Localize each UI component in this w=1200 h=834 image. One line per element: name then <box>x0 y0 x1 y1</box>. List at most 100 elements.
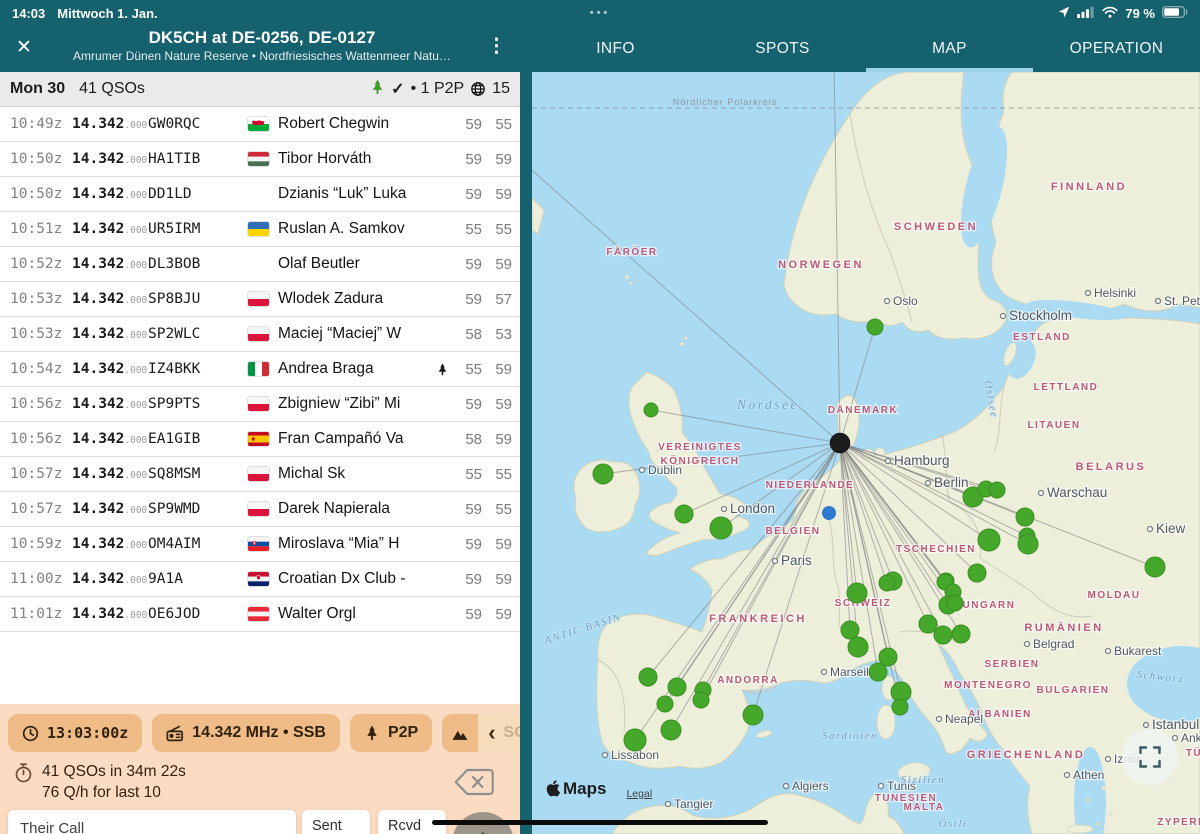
qso-row[interactable]: 10:56z14.342.000SP9PTSZbigniew “Zibi” Mi… <box>0 387 520 422</box>
qso-marker[interactable] <box>657 696 673 712</box>
qso-marker[interactable] <box>848 637 868 657</box>
qso-marker[interactable] <box>1145 557 1165 577</box>
kebab-menu-icon[interactable]: ⋮ <box>487 35 506 58</box>
tab-operation[interactable]: OPERATION <box>1033 26 1200 72</box>
qso-row[interactable]: 10:50z14.342.000HA1TIBTibor Horváth5959 <box>0 142 520 177</box>
their-call-input[interactable]: Their Call <box>8 810 296 834</box>
map-label: Helsinki <box>1086 286 1137 300</box>
qso-marker[interactable] <box>947 595 963 611</box>
qso-marker[interactable] <box>952 625 970 643</box>
qso-row[interactable]: 10:57z14.342.000SP9WMDDarek Napierala595… <box>0 492 520 527</box>
qso-callsign: UR5IRM <box>148 221 248 237</box>
qso-callsign: OM4AIM <box>148 536 248 552</box>
radio-icon <box>166 725 184 742</box>
qso-marker[interactable] <box>668 678 686 696</box>
qso-row[interactable]: 10:54z14.342.000IZ4BKKAndrea Braga5559 <box>0 352 520 387</box>
qso-marker[interactable] <box>919 615 937 633</box>
qso-rst-rcvd: 53 <box>482 326 512 343</box>
qso-row[interactable]: 10:49z14.342.000GW0RQCRobert Chegwin5955 <box>0 107 520 142</box>
qso-row[interactable]: 11:01z14.342.000OE6JODWalter Orgl5959 <box>0 597 520 632</box>
qso-marker[interactable] <box>639 668 657 686</box>
activation-origin-marker[interactable] <box>830 433 850 453</box>
map-canvas[interactable]: Nördlicher PolarkreisFÄRÖERNORWEGENSCHWE… <box>532 72 1200 834</box>
qso-callsign: DD1LD <box>148 186 248 202</box>
qso-marker[interactable] <box>1018 534 1038 554</box>
map-label: BELGIEN <box>766 526 821 537</box>
entry-panel: 13:03:00z14.342 MHz • SSBP2P‹SOTA 41 QSO… <box>0 704 520 834</box>
qso-row[interactable]: 10:56z14.342.000EA1GIBFran Campañó Va585… <box>0 422 520 457</box>
svg-text:Stockholm: Stockholm <box>1009 308 1072 323</box>
sent-input[interactable]: Sent 59 <box>302 810 370 834</box>
map-label: ANDORRA <box>717 675 779 686</box>
qso-marker[interactable] <box>989 482 1005 498</box>
tab-info[interactable]: INFO <box>532 26 699 72</box>
qso-marker[interactable] <box>892 699 908 715</box>
map-label: LITAUEN <box>1027 420 1080 431</box>
qso-rst-sent: 59 <box>452 151 482 168</box>
qso-callsign: SP9WMD <box>148 501 248 517</box>
cellular-signal-icon <box>1077 6 1095 21</box>
qso-marker[interactable] <box>624 729 646 751</box>
qso-frequency: 14.342.000 <box>72 430 148 448</box>
italy-flag-icon <box>248 362 269 376</box>
qso-operator-name: Wlodek Zadura <box>278 290 432 308</box>
qso-frequency: 14.342.000 <box>72 395 148 413</box>
tab-map[interactable]: MAP <box>866 26 1033 72</box>
qso-row[interactable]: 11:00z14.342.0009A1ACroatian Dx Club -59… <box>0 562 520 597</box>
qso-marker[interactable] <box>879 575 895 591</box>
close-icon[interactable]: ✕ <box>16 36 32 59</box>
svg-text:BELARUS: BELARUS <box>1076 461 1147 473</box>
qso-marker[interactable] <box>593 464 613 484</box>
map-label: London <box>722 501 776 516</box>
qso-marker[interactable] <box>1016 508 1034 526</box>
qso-marker[interactable] <box>847 583 867 603</box>
chip-14-342-mhz-ssb[interactable]: 14.342 MHz • SSB <box>152 714 340 752</box>
chip-13-03-00z[interactable]: 13:03:00z <box>8 714 142 752</box>
qso-frequency: 14.342.000 <box>72 115 148 133</box>
qso-rst-sent: 59 <box>452 606 482 623</box>
qso-marker[interactable] <box>968 564 986 582</box>
qso-marker[interactable] <box>869 663 887 681</box>
qso-row[interactable]: 10:59z14.342.000OM4AIMMiroslava “Mia” H5… <box>0 527 520 562</box>
map-label: Nördlicher Polarkreis <box>673 97 778 107</box>
qso-row[interactable]: 10:57z14.342.000SQ8MSMMichal Sk5555 <box>0 457 520 492</box>
top-bar: ✕ DK5CH at DE-0256, DE-0127 Amrumer Düne… <box>0 26 1200 72</box>
qso-row[interactable]: 10:53z14.342.000SP8BJUWlodek Zadura5957 <box>0 282 520 317</box>
qso-marker[interactable] <box>743 705 763 725</box>
svg-text:Belgrad: Belgrad <box>1033 637 1074 651</box>
qso-row[interactable]: 10:53z14.342.000SP2WLCMaciej “Maciej” W5… <box>0 317 520 352</box>
qso-rst-sent: 55 <box>452 361 482 378</box>
home-indicator[interactable] <box>432 820 768 825</box>
qso-marker[interactable] <box>841 621 859 639</box>
qso-marker[interactable] <box>934 626 952 644</box>
qso-marker[interactable] <box>978 529 1000 551</box>
svg-text:Algiers: Algiers <box>792 779 829 793</box>
status-bar: 14:03 Mittwoch 1. Jan. ••• <box>0 0 1200 26</box>
svg-text:FRANKREICH: FRANKREICH <box>709 613 807 625</box>
svg-text:TSCHECHIEN: TSCHECHIEN <box>896 544 976 555</box>
map-label: ZYPERN <box>1157 817 1200 828</box>
qso-marker[interactable] <box>710 517 732 539</box>
backspace-button[interactable] <box>454 768 494 801</box>
chip-sota[interactable]: ‹SOTA <box>442 714 520 752</box>
fullscreen-button[interactable] <box>1122 729 1178 785</box>
qso-marker[interactable] <box>693 692 709 708</box>
qso-marker[interactable] <box>675 505 693 523</box>
qso-row[interactable]: 10:50z14.342.000DD1LDDzianis “Luk” Luka5… <box>0 177 520 212</box>
map-container[interactable]: Nördlicher PolarkreisFÄRÖERNORWEGENSCHWE… <box>532 72 1200 834</box>
tab-spots[interactable]: SPOTS <box>699 26 866 72</box>
map-label: BELARUS <box>1076 461 1147 473</box>
legal-link[interactable]: Legal <box>626 788 652 800</box>
svg-text:UNGARN: UNGARN <box>963 600 1016 611</box>
qso-row[interactable]: 10:51z14.342.000UR5IRMRuslan A. Samkov55… <box>0 212 520 247</box>
chip-p2p[interactable]: P2P <box>350 714 432 752</box>
qso-marker[interactable] <box>661 720 681 740</box>
svg-text:Nördlicher Polarkreis: Nördlicher Polarkreis <box>673 97 778 107</box>
spot-marker-blue[interactable] <box>822 506 836 520</box>
qso-row[interactable]: 10:52z14.342.000DL3BOBOlaf Beutler5959 <box>0 247 520 282</box>
qso-time: 10:53z <box>10 291 72 307</box>
qso-rst-sent: 59 <box>452 571 482 588</box>
qso-marker[interactable] <box>644 403 658 417</box>
qso-marker[interactable] <box>867 319 883 335</box>
qso-rst-rcvd: 55 <box>482 116 512 133</box>
